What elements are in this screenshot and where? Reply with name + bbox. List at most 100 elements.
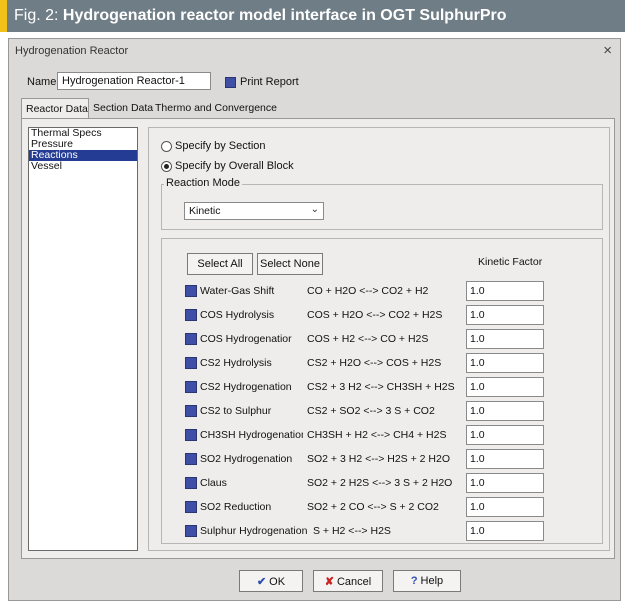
reaction-row: CH3SH Hydrogenation CH3SH + H2 <--> CH4 …	[185, 424, 595, 446]
reaction-equation: COS + H2 <--> CO + H2S	[307, 333, 429, 345]
kinetic-factor-header: Kinetic Factor	[478, 256, 543, 268]
cancel-label: Cancel	[336, 576, 372, 588]
reaction-name: SO2 Hydrogenation	[200, 453, 293, 465]
reaction-name: Water-Gas Shift	[200, 285, 275, 297]
checkbox-checked-icon[interactable]	[185, 501, 197, 513]
reactions-frame: Specify by Section Specify by Overall Bl…	[148, 127, 610, 551]
kinetic-factor-input[interactable]: 1.0	[466, 425, 544, 445]
checkbox-checked-icon[interactable]	[185, 525, 197, 537]
reaction-equation: SO2 + 3 H2 <--> H2S + 2 H2O	[307, 453, 450, 465]
reaction-equation: SO2 + 2 CO <--> S + 2 CO2	[307, 501, 439, 513]
caption-prefix: Fig. 2:	[14, 7, 63, 24]
reaction-row: Water-Gas Shift CO + H2O <--> CO2 + H2 1…	[185, 280, 595, 302]
reactions-group: Select All Select None Kinetic Factor Wa…	[161, 238, 603, 544]
tab-section-data[interactable]: Section Data	[89, 98, 153, 118]
checkbox-checked-icon[interactable]	[185, 453, 197, 465]
reaction-row: SO2 Reduction SO2 + 2 CO <--> S + 2 CO2 …	[185, 496, 595, 518]
reaction-mode-label: Reaction Mode	[164, 177, 242, 189]
specify-by-overall-radio[interactable]: Specify by Overall Block	[161, 160, 294, 172]
reaction-name: CH3SH Hydrogenation	[200, 429, 303, 441]
reaction-name: Sulphur Hydrogenation	[200, 525, 308, 537]
hydrogenation-reactor-dialog: Hydrogenation Reactor × Name Hydrogenati…	[8, 38, 621, 601]
radio-unchecked-icon[interactable]	[161, 140, 172, 152]
reactor-data-panel: Thermal Specs Pressure Reactions Vessel …	[21, 118, 615, 559]
reaction-row: COS Hydrolysis COS + H2O <--> CO2 + H2S …	[185, 304, 595, 326]
tab-thermo-convergence[interactable]: Thermo and Convergence	[151, 98, 281, 118]
reaction-name: SO2 Reduction	[200, 501, 272, 513]
kinetic-factor-input[interactable]: 1.0	[466, 377, 544, 397]
ok-button[interactable]: ✔ OK	[239, 570, 303, 592]
checkbox-checked-icon[interactable]	[185, 381, 197, 393]
print-report-checkbox[interactable]: Print Report	[225, 76, 299, 88]
help-button[interactable]: ? Help	[393, 570, 461, 592]
reaction-equation: CS2 + SO2 <--> 3 S + CO2	[307, 405, 435, 417]
print-report-label: Print Report	[240, 76, 299, 88]
tree-item-vessel[interactable]: Vessel	[29, 161, 137, 172]
specify-by-overall-label: Specify by Overall Block	[175, 160, 294, 172]
checkbox-checked-icon[interactable]	[185, 309, 197, 321]
name-field[interactable]: Hydrogenation Reactor-1	[57, 72, 211, 90]
kinetic-factor-input[interactable]: 1.0	[466, 329, 544, 349]
checkbox-checked-icon[interactable]	[185, 285, 197, 297]
specify-by-section-radio[interactable]: Specify by Section	[161, 140, 266, 152]
reaction-mode-value: Kinetic	[189, 205, 221, 217]
reaction-row: CS2 Hydrolysis CS2 + H2O <--> COS + H2S …	[185, 352, 595, 374]
caption-title: Hydrogenation reactor model interface in…	[62, 7, 507, 24]
checkbox-checked-icon[interactable]	[185, 477, 197, 489]
reaction-row: Claus SO2 + 2 H2S <--> 3 S + 2 H2O 1.0	[185, 472, 595, 494]
tab-reactor-data[interactable]: Reactor Data	[21, 98, 89, 118]
kinetic-factor-input[interactable]: 1.0	[466, 497, 544, 517]
reaction-equation: S + H2 <--> H2S	[313, 525, 391, 537]
reaction-name: COS Hydrogenatior	[200, 333, 292, 345]
kinetic-factor-input[interactable]: 1.0	[466, 281, 544, 301]
reaction-equation: CO + H2O <--> CO2 + H2	[307, 285, 429, 297]
reaction-equation: SO2 + 2 H2S <--> 3 S + 2 H2O	[307, 477, 453, 489]
reaction-mode-select[interactable]: Kinetic ⌄	[184, 202, 324, 220]
checkbox-checked-icon[interactable]	[225, 76, 236, 88]
reaction-equation: COS + H2O <--> CO2 + H2S	[307, 309, 443, 321]
figure-caption: Fig. 2: Hydrogenation reactor model inte…	[14, 7, 507, 25]
checkmark-icon: ✔	[256, 576, 267, 588]
help-label: Help	[420, 575, 444, 587]
reaction-row: CS2 Hydrogenation CS2 + 3 H2 <--> CH3SH …	[185, 376, 595, 398]
radio-checked-icon[interactable]	[161, 160, 172, 172]
checkbox-checked-icon[interactable]	[185, 429, 197, 441]
reaction-name: CS2 Hydrogenation	[200, 381, 292, 393]
help-question-icon: ?	[410, 575, 418, 587]
kinetic-factor-input[interactable]: 1.0	[466, 401, 544, 421]
caption-accent	[0, 0, 7, 32]
ok-label: OK	[269, 576, 286, 588]
figure-caption-bar: Fig. 2: Hydrogenation reactor model inte…	[0, 0, 625, 32]
reaction-mode-group: Reaction Mode Kinetic ⌄	[161, 177, 603, 230]
close-icon[interactable]: ×	[603, 42, 612, 59]
kinetic-factor-input[interactable]: 1.0	[466, 473, 544, 493]
reaction-row: CS2 to Sulphur CS2 + SO2 <--> 3 S + CO2 …	[185, 400, 595, 422]
cancel-button[interactable]: ✘ Cancel	[313, 570, 383, 592]
select-all-button[interactable]: Select All	[187, 253, 253, 275]
title-bar: Hydrogenation Reactor ×	[9, 39, 620, 63]
chevron-down-icon[interactable]: ⌄	[311, 204, 319, 215]
select-none-button[interactable]: Select None	[257, 253, 323, 275]
reaction-row: COS Hydrogenatior COS + H2 <--> CO + H2S…	[185, 328, 595, 350]
reaction-name: CS2 Hydrolysis	[200, 357, 272, 369]
checkbox-checked-icon[interactable]	[185, 405, 197, 417]
window-title: Hydrogenation Reactor	[15, 45, 129, 57]
reaction-equation: CS2 + H2O <--> COS + H2S	[307, 357, 442, 369]
reaction-name: CS2 to Sulphur	[200, 405, 272, 417]
kinetic-factor-input[interactable]: 1.0	[466, 305, 544, 325]
name-label: Name	[27, 76, 57, 88]
kinetic-factor-input[interactable]: 1.0	[466, 449, 544, 469]
reaction-name: COS Hydrolysis	[200, 309, 275, 321]
reaction-row: Sulphur Hydrogenation S + H2 <--> H2S 1.…	[185, 520, 595, 542]
kinetic-factor-input[interactable]: 1.0	[466, 521, 544, 541]
reaction-name: Claus	[200, 477, 227, 489]
reaction-equation: CH3SH + H2 <--> CH4 + H2S	[307, 429, 447, 441]
section-tree: Thermal Specs Pressure Reactions Vessel	[28, 127, 138, 551]
kinetic-factor-input[interactable]: 1.0	[466, 353, 544, 373]
reaction-row: SO2 Hydrogenation SO2 + 3 H2 <--> H2S + …	[185, 448, 595, 470]
reaction-equation: CS2 + 3 H2 <--> CH3SH + H2S	[307, 381, 455, 393]
checkbox-checked-icon[interactable]	[185, 333, 197, 345]
checkbox-checked-icon[interactable]	[185, 357, 197, 369]
cancel-x-icon: ✘	[324, 576, 334, 588]
specify-by-section-label: Specify by Section	[175, 140, 266, 152]
